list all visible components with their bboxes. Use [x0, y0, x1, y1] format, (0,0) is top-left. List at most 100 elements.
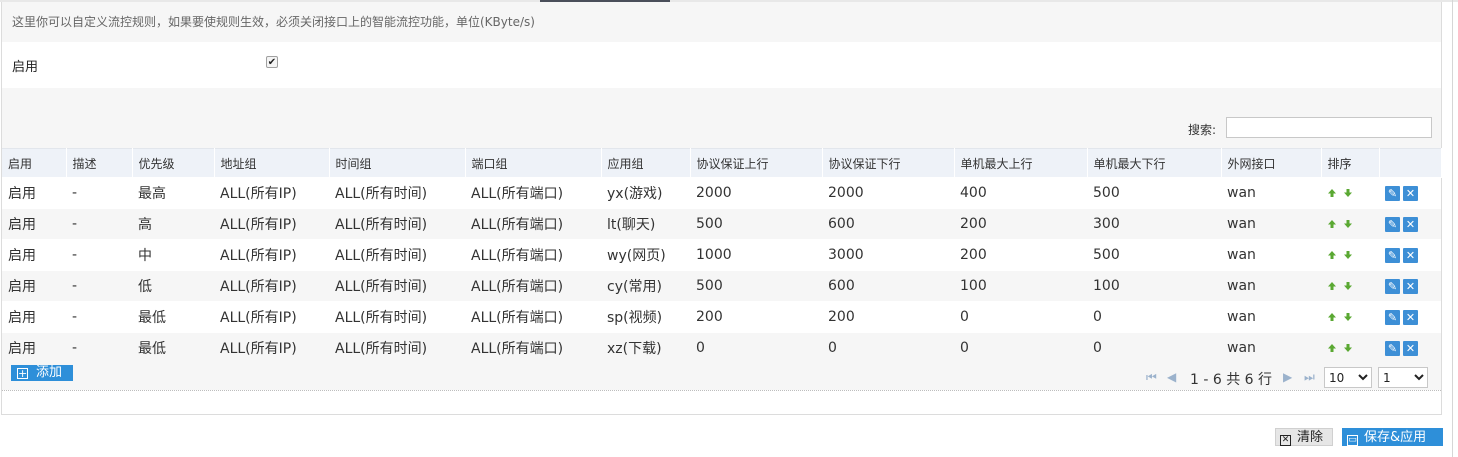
arrow-up-icon[interactable] [1327, 340, 1343, 356]
close-icon[interactable]: ✕ [1403, 185, 1418, 201]
table-cell: 400 [954, 177, 1087, 209]
page-size-select[interactable]: 10 [1324, 367, 1372, 388]
column-header[interactable]: 应用组 [601, 148, 691, 178]
table-cell: 100 [1087, 270, 1221, 302]
description-text: 这里你可以自定义流控规则，如果要使规则生效，必须关闭接口上的智能流控功能，单位(… [2, 2, 1441, 42]
pencil-icon[interactable]: ✎ [1385, 278, 1400, 294]
column-header[interactable]: 描述 [66, 148, 133, 178]
arrow-down-icon[interactable] [1343, 278, 1359, 294]
table-cell: ALL(所有端口) [465, 332, 601, 363]
table-cell: - [66, 270, 132, 302]
table-cell: ALL(所有端口) [465, 208, 601, 240]
column-header[interactable]: 外网接口 [1221, 148, 1322, 178]
arrow-down-icon[interactable] [1343, 247, 1359, 263]
arrow-up-icon[interactable] [1327, 216, 1343, 232]
table-cell: 1000 [690, 239, 822, 271]
plus-icon: + [17, 367, 28, 380]
column-header[interactable]: 单机最大上行 [954, 148, 1088, 178]
actions-cell: ✎ ✕ [1379, 270, 1441, 302]
table-row[interactable]: 启用 - 最低 ALL(所有IP) ALL(所有时间) ALL(所有端口) sp(视频) 20… [2, 301, 1441, 333]
next-page-icon[interactable]: ▶ [1283, 370, 1292, 384]
actions-cell: ✎ ✕ [1379, 332, 1441, 363]
pencil-icon[interactable]: ✎ [1385, 185, 1400, 201]
table-row[interactable]: 启用 - 低 ALL(所有IP) ALL(所有时间) ALL(所有端口) cy(常用) 500… [2, 270, 1441, 302]
enable-checkbox[interactable]: ✔ [266, 56, 278, 68]
prev-page-icon[interactable]: ◀ [1167, 370, 1176, 384]
enable-label: 启用 [12, 60, 39, 75]
arrow-up-icon[interactable] [1327, 309, 1343, 325]
save-apply-button[interactable]: ▭ 保存&应用 [1342, 428, 1443, 446]
table-cell: ALL(所有端口) [465, 239, 601, 271]
actions-cell: ✎ ✕ [1379, 177, 1441, 209]
table-cell: ALL(所有端口) [465, 270, 601, 302]
table-cell: wan [1221, 208, 1321, 240]
pencil-icon[interactable]: ✎ [1385, 340, 1400, 356]
column-header[interactable]: 单机最大下行 [1087, 148, 1222, 178]
arrow-down-icon[interactable] [1343, 340, 1359, 356]
add-button[interactable]: + 添加 [11, 365, 73, 381]
clear-button[interactable]: ✕ 清除 [1275, 428, 1333, 446]
table-cell: 启用 [2, 177, 66, 209]
table-cell: ALL(所有端口) [465, 301, 601, 333]
column-header[interactable]: 端口组 [465, 148, 602, 178]
table-cell: 3000 [822, 239, 954, 271]
close-icon[interactable]: ✕ [1403, 309, 1418, 325]
column-header[interactable]: 时间组 [329, 148, 466, 178]
table-cell: wan [1221, 239, 1321, 271]
table-cell: ALL(所有时间) [329, 332, 465, 363]
table-cell: ALL(所有时间) [329, 239, 465, 271]
column-header[interactable]: 协议保证下行 [822, 148, 955, 178]
table-cell: 500 [1087, 239, 1221, 271]
table-cell: 最低 [132, 301, 214, 333]
column-header[interactable]: 优先级 [132, 148, 215, 178]
table-cell: 200 [822, 301, 954, 333]
column-header[interactable]: 协议保证上行 [690, 148, 823, 178]
arrow-down-icon[interactable] [1343, 216, 1359, 232]
close-icon[interactable]: ✕ [1403, 216, 1418, 232]
arrow-up-icon[interactable] [1327, 185, 1343, 201]
table-cell: 600 [822, 208, 954, 240]
add-button-label: 添加 [36, 365, 63, 380]
first-page-icon[interactable]: ⏮ [1146, 370, 1157, 385]
pencil-icon[interactable]: ✎ [1385, 216, 1400, 232]
table-row[interactable]: 启用 - 高 ALL(所有IP) ALL(所有时间) ALL(所有端口) lt(聊天) 500… [2, 208, 1441, 240]
column-header[interactable]: 排序 [1321, 148, 1380, 178]
column-header[interactable]: 地址组 [214, 148, 330, 178]
table-cell: 100 [954, 270, 1087, 302]
arrow-down-icon[interactable] [1343, 185, 1359, 201]
close-icon[interactable]: ✕ [1403, 340, 1418, 356]
table-cell: ALL(所有时间) [329, 208, 465, 240]
arrow-up-icon[interactable] [1327, 247, 1343, 263]
table-cell: 中 [132, 239, 214, 271]
table-cell: xz(下载) [601, 332, 690, 363]
sort-cell [1321, 270, 1379, 302]
sort-cell [1321, 301, 1379, 333]
pencil-icon[interactable]: ✎ [1385, 309, 1400, 325]
table-cell: 300 [1087, 208, 1221, 240]
close-icon[interactable]: ✕ [1403, 247, 1418, 263]
rules-panel: 这里你可以自定义流控规则，如果要使规则生效，必须关闭接口上的智能流控功能，单位(… [1, 2, 1442, 415]
table-cell: 启用 [2, 208, 66, 240]
enable-row: 启用 ✔ [2, 42, 1441, 88]
table-cell: ALL(所有IP) [214, 239, 329, 271]
sort-cell [1321, 208, 1379, 240]
table-cell: ALL(所有IP) [214, 332, 329, 363]
table-row[interactable]: 启用 - 中 ALL(所有IP) ALL(所有时间) ALL(所有端口) wy(网页) 100… [2, 239, 1441, 271]
arrow-up-icon[interactable] [1327, 278, 1343, 294]
page-number-select[interactable]: 1 [1378, 367, 1428, 388]
sort-cell [1321, 332, 1379, 363]
search-input[interactable] [1226, 117, 1432, 138]
table-cell: 最高 [132, 177, 214, 209]
actions-cell: ✎ ✕ [1379, 208, 1441, 240]
arrow-down-icon[interactable] [1343, 309, 1359, 325]
table-cell: ALL(所有IP) [214, 208, 329, 240]
table-row[interactable]: 启用 - 最低 ALL(所有IP) ALL(所有时间) ALL(所有端口) xz(下载) 0 0… [2, 332, 1441, 363]
pencil-icon[interactable]: ✎ [1385, 247, 1400, 263]
table-cell: wy(网页) [601, 239, 690, 271]
table-cell: ALL(所有端口) [465, 177, 601, 209]
column-header[interactable]: 启用 [2, 148, 67, 178]
close-icon[interactable]: ✕ [1403, 278, 1418, 294]
table-row[interactable]: 启用 - 最高 ALL(所有IP) ALL(所有时间) ALL(所有端口) yx(游戏) 20… [2, 177, 1441, 209]
table-cell: 0 [690, 332, 822, 363]
last-page-icon[interactable]: ⏭ [1304, 370, 1315, 385]
